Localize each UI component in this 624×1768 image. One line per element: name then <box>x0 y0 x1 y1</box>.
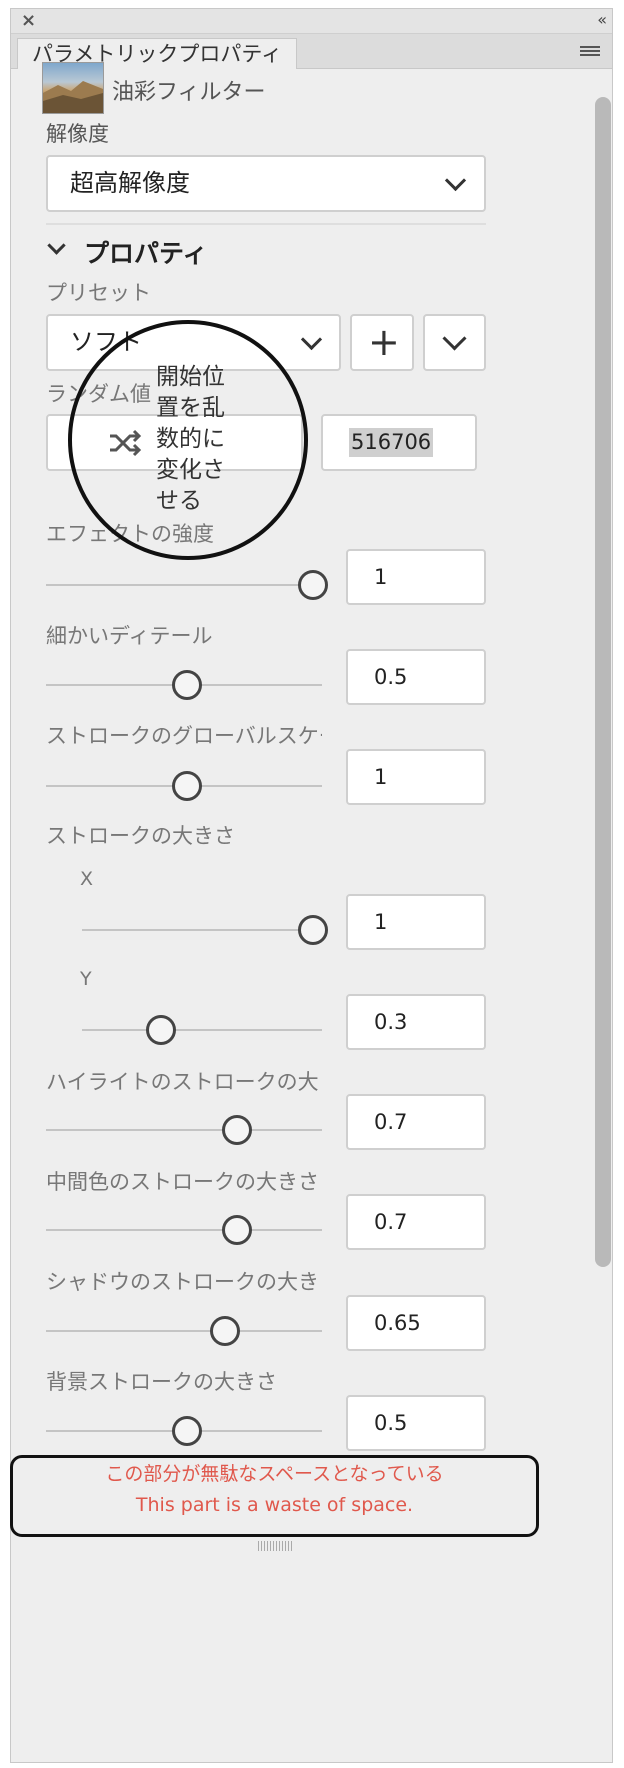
slider-value-field[interactable]: 0.7 <box>346 1094 486 1150</box>
slider-track[interactable] <box>46 1229 322 1231</box>
slider-label: X <box>80 868 94 890</box>
slider-label: ストロークの大きさ <box>46 824 235 848</box>
filter-thumbnail <box>42 62 104 114</box>
random-seed-field[interactable]: 516706 <box>321 414 477 471</box>
callout-text: 開始位 置を乱 数的に 変化さ せる <box>156 362 225 517</box>
chevron-down-icon <box>444 169 467 192</box>
annotation-jp: この部分が無駄なスペースとなっている <box>105 1463 444 1485</box>
plus-icon: + <box>368 320 400 364</box>
collapse-panel-icon[interactable]: ‹‹ <box>597 9 607 31</box>
preset-label: プリセット <box>46 281 151 305</box>
resolution-label: 解像度 <box>46 122 109 146</box>
slider-track[interactable] <box>46 1129 322 1131</box>
slider-value-field[interactable]: 0.5 <box>346 649 486 705</box>
filter-name: 油彩フィルター <box>112 80 266 105</box>
preset-menu-button[interactable] <box>423 314 486 371</box>
slider-knob[interactable] <box>210 1316 240 1346</box>
slider-knob[interactable] <box>298 570 328 600</box>
slider-value: 1 <box>374 565 388 589</box>
add-preset-button[interactable]: + <box>350 314 414 371</box>
slider-value: 1 <box>374 765 388 789</box>
divider <box>46 223 486 225</box>
slider-label: シャドウのストロークの大き <box>46 1270 319 1294</box>
slider-value-field[interactable]: 1 <box>346 749 486 805</box>
close-icon[interactable]: × <box>21 10 36 32</box>
slider-value: 0.7 <box>374 1110 408 1134</box>
scrollbar[interactable] <box>593 89 611 1279</box>
slider-value: 0.5 <box>374 1411 408 1435</box>
slider-value: 0.65 <box>374 1311 421 1335</box>
slider-track[interactable] <box>82 929 322 931</box>
hamburger-icon[interactable] <box>580 46 600 58</box>
slider-value-field[interactable]: 1 <box>346 549 486 605</box>
slider-value-field[interactable]: 1 <box>346 894 486 950</box>
slider-label: Y <box>80 968 92 990</box>
scrollbar-thumb[interactable] <box>595 97 611 1267</box>
slider-knob[interactable] <box>222 1115 252 1145</box>
slider-label: 細かいディテール <box>46 624 213 648</box>
callout-line: せる <box>156 488 202 514</box>
resize-grip[interactable] <box>258 1541 292 1551</box>
slider-value: 1 <box>374 910 388 934</box>
annotation-en: This part is a waste of space. <box>135 1494 414 1516</box>
slider-value: 0.3 <box>374 1010 408 1034</box>
random-seed-value: 516706 <box>349 428 434 457</box>
section-title[interactable]: プロパティ <box>84 234 208 270</box>
slider-label: ハイライトのストロークの大き <box>46 1070 322 1094</box>
slider-knob[interactable] <box>172 771 202 801</box>
slider-value: 0.7 <box>374 1210 408 1234</box>
resolution-dropdown[interactable]: 超高解像度 <box>46 155 486 212</box>
resolution-value: 超高解像度 <box>70 169 190 197</box>
slider-track[interactable] <box>46 584 322 586</box>
slider-value-field[interactable]: 0.3 <box>346 994 486 1050</box>
callout-line: 開始位 <box>156 364 225 390</box>
panel-titlebar: × ‹‹ <box>11 9 612 34</box>
slider-label: 中間色のストロークの大きさ <box>46 1170 319 1194</box>
chevron-down-icon <box>300 328 323 351</box>
slider-label: ストロークのグローバルスケー <box>46 724 322 748</box>
slider-label: 背景ストロークの大きさ <box>46 1370 277 1394</box>
slider-knob[interactable] <box>222 1215 252 1245</box>
slider-value-field[interactable]: 0.65 <box>346 1295 486 1351</box>
slider-value: 0.5 <box>374 665 408 689</box>
slider-knob[interactable] <box>172 670 202 700</box>
chevron-down-icon <box>442 326 467 351</box>
slider-track[interactable] <box>46 1330 322 1332</box>
callout-line: 置を乱 <box>156 395 225 421</box>
slider-knob[interactable] <box>172 1416 202 1446</box>
slider-knob[interactable] <box>298 915 328 945</box>
slider-knob[interactable] <box>146 1015 176 1045</box>
callout-line: 変化さ <box>156 457 225 483</box>
callout-line: 数的に <box>156 426 225 452</box>
slider-track[interactable] <box>82 1029 322 1031</box>
slider-value-field[interactable]: 0.5 <box>346 1395 486 1451</box>
slider-value-field[interactable]: 0.7 <box>346 1194 486 1250</box>
